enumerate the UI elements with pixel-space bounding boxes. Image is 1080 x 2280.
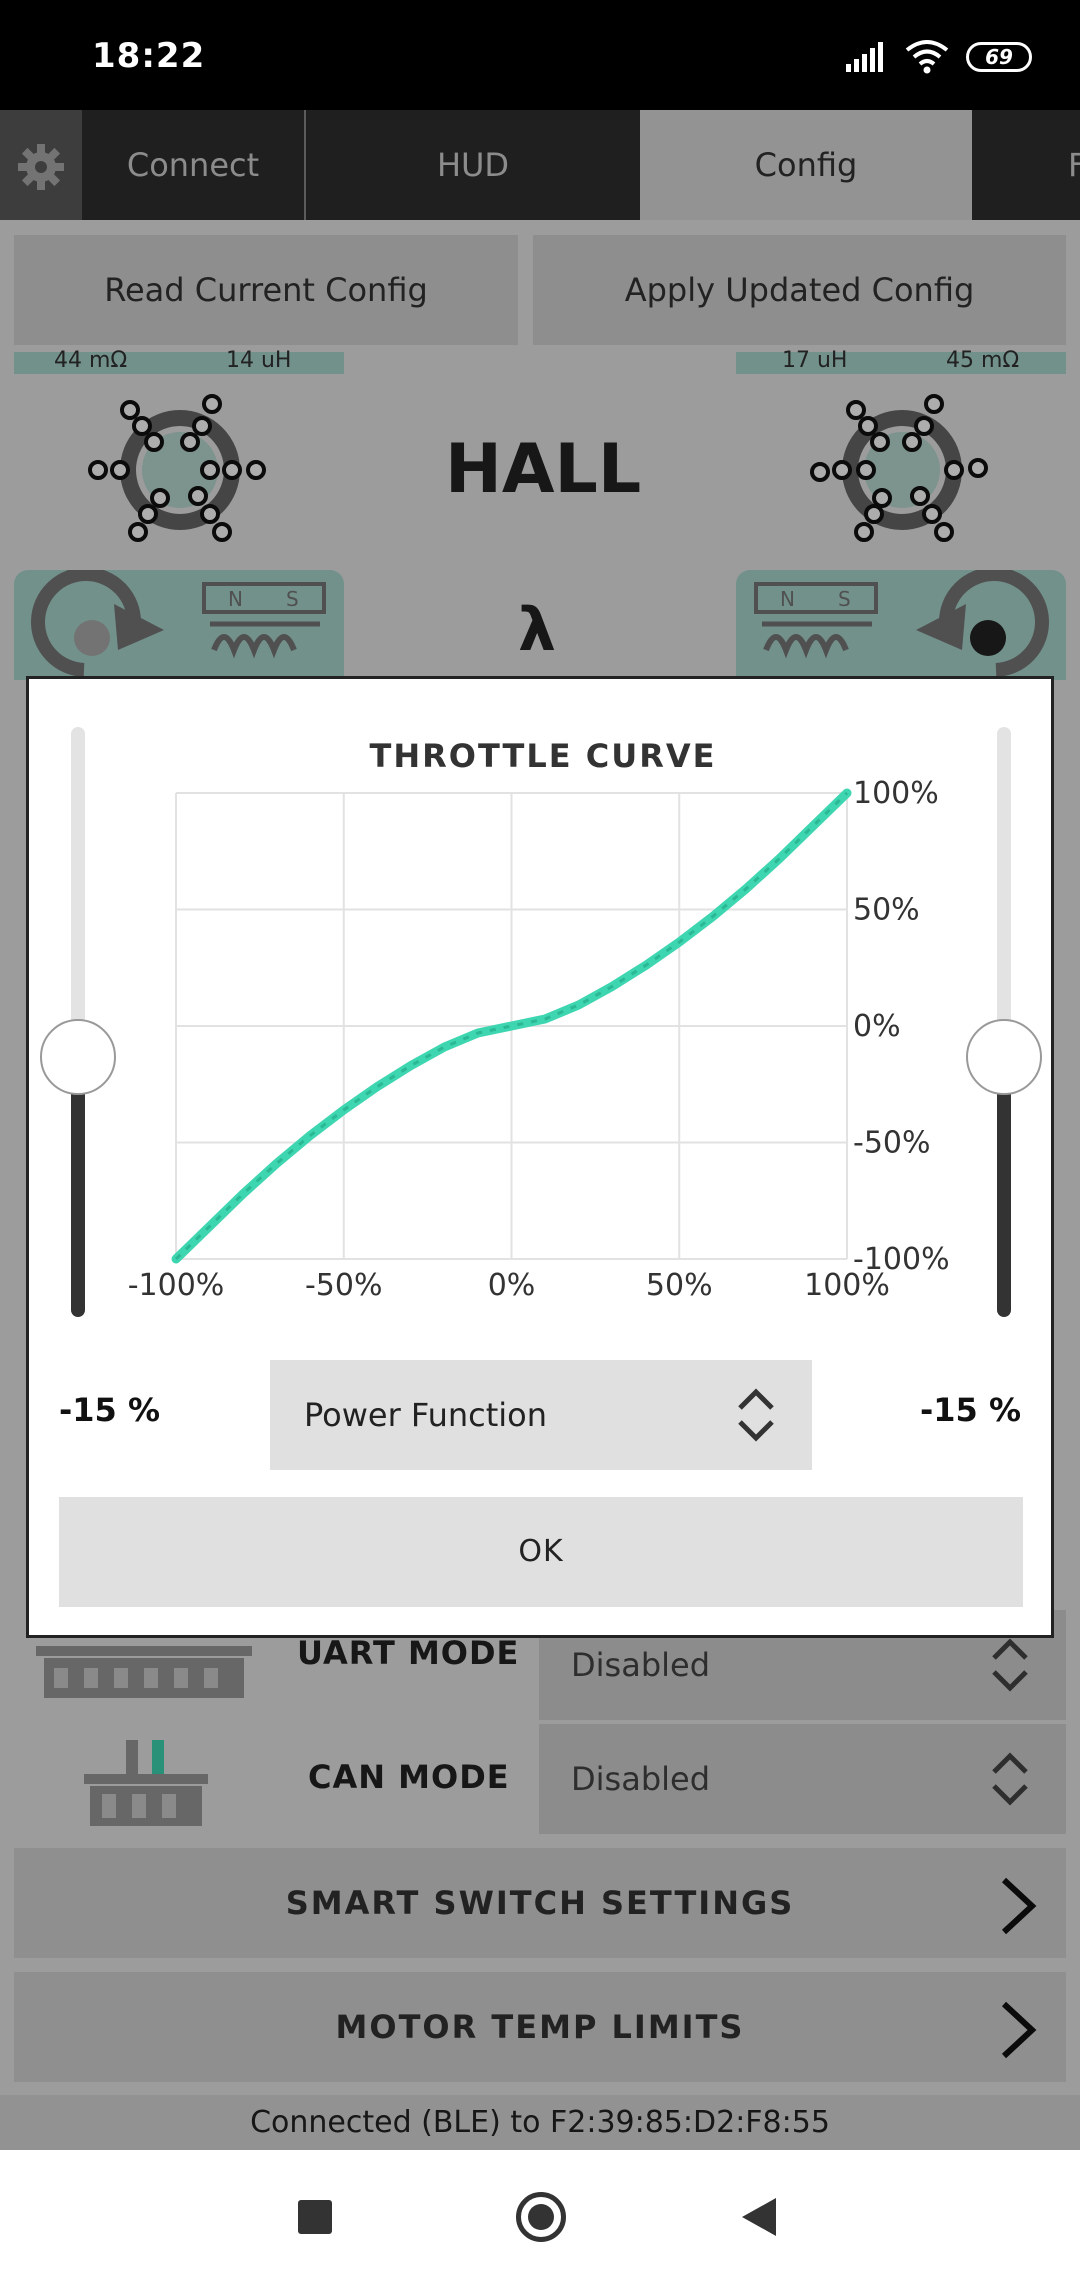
y-tick-label: -100% [853, 1242, 950, 1277]
status-bar: 18:22 69 [0, 0, 1080, 110]
x-tick-label: -50% [305, 1268, 383, 1303]
y-axis-ticks: 100% 50% 0% -50% -100% [853, 776, 950, 1277]
status-time: 18:22 [92, 36, 206, 76]
curve-function-value: Power Function [304, 1396, 548, 1434]
right-curve-value: -15 % [919, 1391, 1021, 1429]
y-tick-label: -50% [853, 1126, 931, 1161]
throttle-curve-chart: -100% -50% 0% 50% 100% 100% 50% 0% -50% -100% [128, 776, 950, 1303]
y-tick-label: 0% [853, 1009, 901, 1044]
back-button[interactable] [742, 2198, 776, 2236]
left-curve-value: -15 % [59, 1391, 161, 1429]
home-button[interactable] [516, 2192, 566, 2242]
x-axis-ticks: -100% -50% 0% 50% 100% [128, 1268, 890, 1303]
x-tick-label: -100% [128, 1268, 225, 1303]
battery-indicator: 69 [966, 42, 1032, 72]
curve-function-select[interactable]: Power Function [270, 1360, 812, 1470]
system-nav-bar [0, 2150, 1080, 2280]
throttle-curve-dialog: THROTTLE CURVE -100% -50% 0% 50% 100% 100% 50… [26, 676, 1054, 1638]
y-tick-label: 50% [853, 893, 920, 928]
chevron-updown-icon [738, 1388, 774, 1442]
x-tick-label: 0% [488, 1268, 536, 1303]
recents-button[interactable] [298, 2200, 332, 2234]
wifi-icon [905, 38, 949, 78]
x-tick-label: 50% [646, 1268, 713, 1303]
ok-button[interactable]: OK [59, 1497, 1023, 1607]
y-tick-label: 100% [853, 776, 939, 811]
signal-icon [846, 40, 890, 76]
